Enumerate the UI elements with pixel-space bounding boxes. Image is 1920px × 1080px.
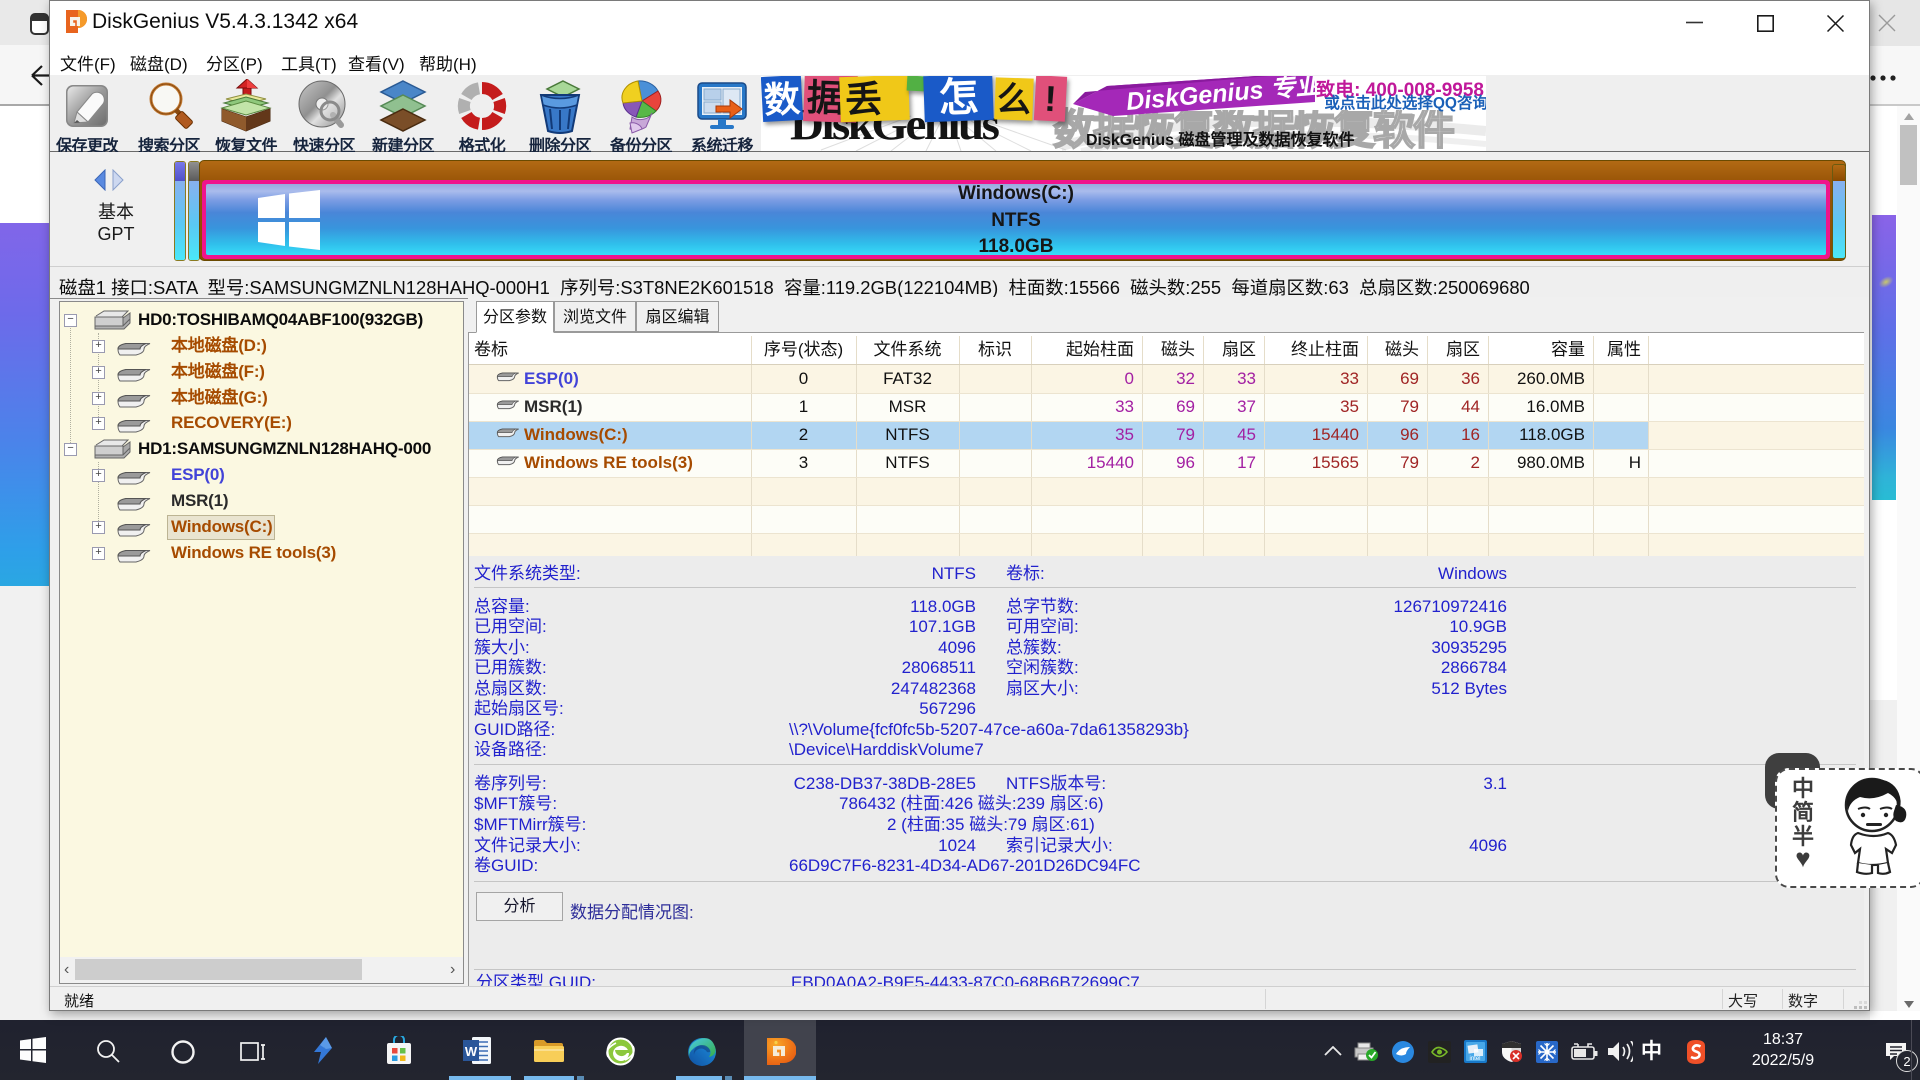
svg-text:intel: intel — [1469, 1056, 1480, 1062]
svg-text:W: W — [465, 1044, 478, 1059]
